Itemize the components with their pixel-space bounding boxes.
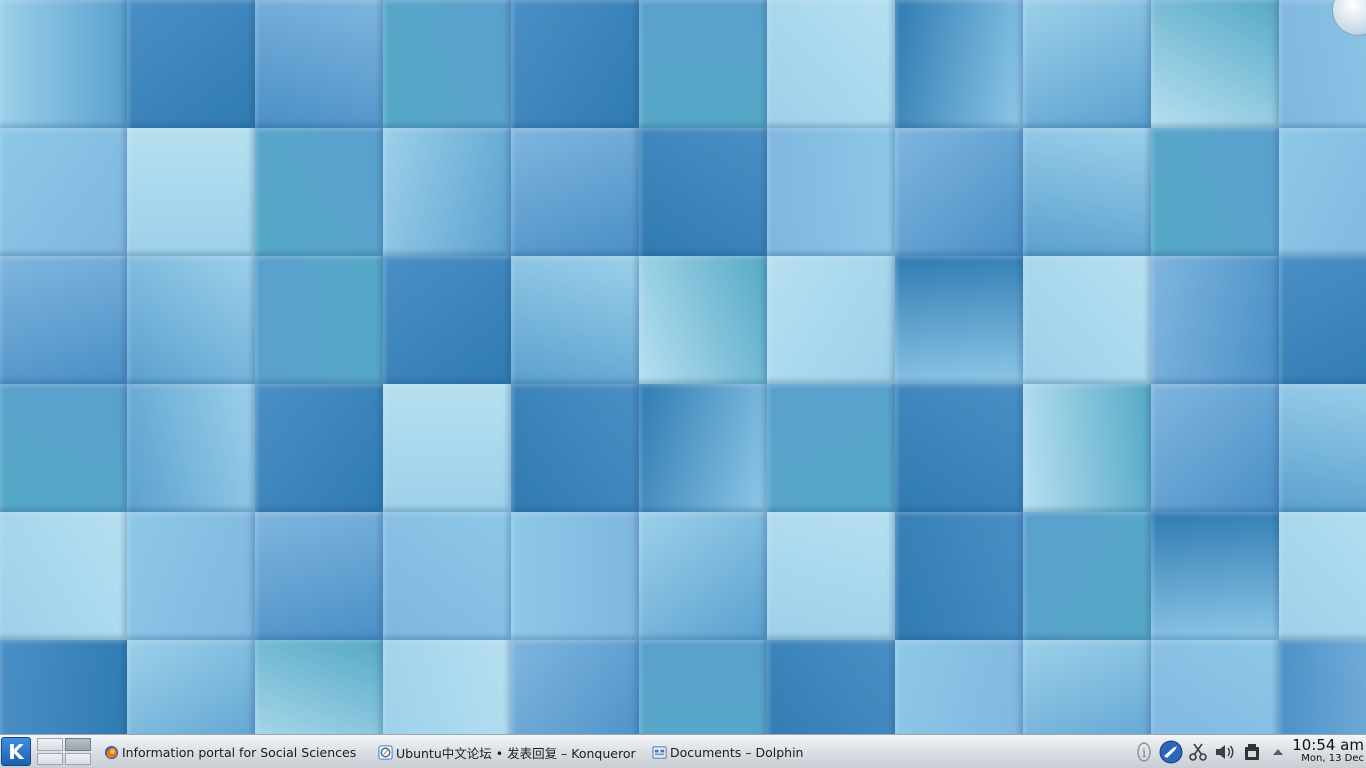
wallpaper-tile — [767, 256, 895, 384]
wallpaper-tile — [639, 512, 767, 640]
wallpaper-tile — [255, 256, 383, 384]
wallpaper-tile — [383, 0, 511, 128]
clock-time: 10:54 am — [1292, 736, 1364, 754]
wallpaper-tile — [383, 128, 511, 256]
wallpaper-tile — [639, 256, 767, 384]
wallpaper-tile — [0, 0, 127, 128]
wallpaper-tile — [1151, 640, 1279, 734]
wallpaper-tile — [511, 384, 639, 512]
task-firefox[interactable]: Information portal for Social Sciences - — [99, 737, 359, 767]
wallpaper-tile — [895, 0, 1023, 128]
taskbar-panel: K Information portal for Social Sciences… — [0, 734, 1366, 768]
klipper-scissors-icon[interactable] — [1187, 740, 1209, 764]
konqueror-icon — [378, 744, 393, 760]
dolphin-icon — [652, 745, 667, 760]
wallpaper-tile — [1279, 128, 1366, 256]
wallpaper-tile — [127, 640, 255, 734]
wallpaper-tile — [1151, 0, 1279, 128]
wallpaper-tile — [767, 0, 895, 128]
desktop-wallpaper — [0, 0, 1366, 734]
wallpaper-tile — [127, 0, 255, 128]
wallpaper-tile — [511, 640, 639, 734]
kde-k-icon: K — [8, 739, 24, 764]
network-icon[interactable] — [1159, 740, 1183, 764]
wallpaper-tile — [127, 384, 255, 512]
wallpaper-tile — [255, 128, 383, 256]
wallpaper-tile — [511, 512, 639, 640]
wallpaper-tile — [511, 0, 639, 128]
wallpaper-tile — [895, 256, 1023, 384]
info-icon[interactable]: i — [1133, 740, 1155, 764]
wallpaper-tile — [639, 384, 767, 512]
wallpaper-tile — [1279, 512, 1366, 640]
wallpaper-tile — [0, 256, 127, 384]
volume-icon[interactable] — [1213, 740, 1237, 764]
clock-date: Mon, 13 Dec — [1301, 753, 1364, 764]
wallpaper-tile — [639, 0, 767, 128]
wallpaper-tile — [127, 128, 255, 256]
wallpaper-tile — [1023, 128, 1151, 256]
wallpaper-tile — [383, 384, 511, 512]
svg-text:i: i — [1142, 746, 1146, 760]
wallpaper-tile — [383, 640, 511, 734]
task-label: Ubuntu中文论坛 • 发表回复 – Konqueror — [396, 745, 636, 761]
wallpaper-tile — [127, 512, 255, 640]
wallpaper-tile — [895, 512, 1023, 640]
desktop-pager[interactable] — [37, 738, 91, 765]
wallpaper-tile — [1151, 256, 1279, 384]
wallpaper-tile — [1151, 384, 1279, 512]
task-label: Documents – Dolphin — [670, 744, 804, 760]
wallpaper-tile — [511, 256, 639, 384]
wallpaper-tile — [1023, 384, 1151, 512]
task-manager: Information portal for Social Sciences -… — [99, 737, 819, 767]
wallpaper-tile — [0, 512, 127, 640]
wallpaper-tile — [255, 0, 383, 128]
wallpaper-tile — [0, 128, 127, 256]
wallpaper-tile — [895, 128, 1023, 256]
wallpaper-tile — [383, 256, 511, 384]
wallpaper-tile — [767, 512, 895, 640]
wallpaper-tile — [1023, 512, 1151, 640]
pager-desktop-3[interactable] — [37, 752, 63, 765]
wallpaper-tile — [511, 128, 639, 256]
wallpaper-tile — [0, 640, 127, 734]
wallpaper-tile — [1023, 640, 1151, 734]
wallpaper-tile — [895, 640, 1023, 734]
wallpaper-tile — [1279, 256, 1366, 384]
wallpaper-tile — [1023, 256, 1151, 384]
firefox-icon — [104, 745, 119, 760]
wallpaper-tile — [1279, 640, 1366, 734]
wallpaper-tile — [255, 384, 383, 512]
task-label: Information portal for Social Sciences - — [122, 744, 359, 760]
wallpaper-tile — [1279, 384, 1366, 512]
application-launcher-button[interactable]: K — [1, 737, 31, 766]
task-dolphin[interactable]: Documents – Dolphin — [647, 737, 817, 767]
wallpaper-tile — [767, 640, 895, 734]
wallpaper-tile — [1151, 512, 1279, 640]
wallpaper-tile — [1151, 128, 1279, 256]
wallpaper-tile — [255, 512, 383, 640]
wallpaper-tile — [255, 640, 383, 734]
wallpaper-tile — [767, 128, 895, 256]
expand-arrow-icon[interactable] — [1267, 740, 1289, 764]
device-notifier-icon[interactable] — [1241, 740, 1263, 764]
wallpaper-tile — [383, 512, 511, 640]
wallpaper-tile — [895, 384, 1023, 512]
wallpaper-tile — [1023, 0, 1151, 128]
task-konqueror[interactable]: Ubuntu中文论坛 • 发表回复 – Konqueror — [373, 737, 639, 767]
wallpaper-tile — [639, 128, 767, 256]
wallpaper-tile — [767, 384, 895, 512]
pager-desktop-4[interactable] — [65, 752, 91, 765]
pager-desktop-2[interactable] — [65, 738, 91, 751]
pager-desktop-1[interactable] — [37, 738, 63, 751]
system-tray: i — [1133, 738, 1293, 766]
wallpaper-tile — [127, 256, 255, 384]
wallpaper-tile — [639, 640, 767, 734]
digital-clock[interactable]: 10:54 am Mon, 13 Dec — [1292, 737, 1364, 765]
wallpaper-tile — [0, 384, 127, 512]
